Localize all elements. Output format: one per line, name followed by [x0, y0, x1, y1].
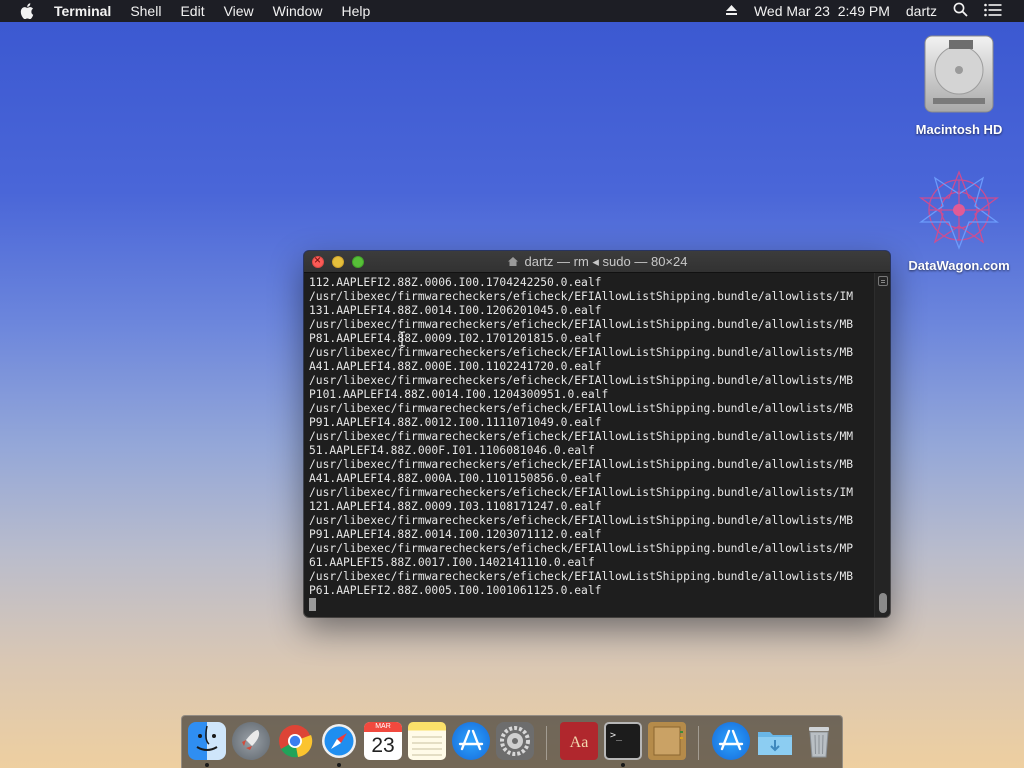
svg-text:Aa: Aa: [570, 734, 589, 751]
dock-dictionary[interactable]: Aa: [560, 722, 598, 760]
dock-separator: [546, 726, 547, 760]
datawagon-icon: [919, 170, 999, 250]
scrollbar-thumb[interactable]: [879, 593, 887, 613]
calendar-month: MAR: [364, 722, 402, 732]
terminal-line: 131.AAPLEFI4.88Z.0014.I00.1206201045.0.e…: [309, 304, 602, 317]
dock-terminal[interactable]: >_: [604, 722, 642, 760]
gear-icon: [500, 726, 530, 756]
dock-system-preferences[interactable]: [496, 722, 534, 760]
svg-text:>_: >_: [610, 730, 623, 741]
terminal-line: 121.AAPLEFI4.88Z.0009.I03.1108171247.0.e…: [309, 500, 602, 513]
terminal-line: 61.AAPLEFI5.88Z.0017.I00.1402141110.0.ea…: [309, 556, 595, 569]
chrome-icon: [279, 725, 313, 758]
trash-icon: [809, 727, 829, 758]
notes-icon: [412, 736, 442, 756]
dock-chrome[interactable]: [276, 722, 314, 760]
terminal-output[interactable]: 112.AAPLEFI2.88Z.0006.I00.1704242250.0.e…: [304, 273, 874, 617]
terminal-icon: >_: [610, 730, 623, 741]
menu-help[interactable]: Help: [341, 3, 370, 19]
window-title: dartz — rm ◂ sudo — 80×24: [304, 254, 890, 270]
finder-icon: [196, 725, 218, 751]
desktop-icon-label: DataWagon.com: [908, 258, 1010, 273]
ibeam-cursor-icon: [399, 331, 405, 347]
text-cursor: [309, 598, 316, 611]
dock: MAR 23 Aa >_: [181, 715, 843, 768]
home-folder-icon: [507, 257, 518, 266]
dock-calendar[interactable]: MAR 23: [364, 722, 402, 760]
split-pane-icon[interactable]: [878, 276, 888, 286]
terminal-line: /usr/libexec/firmwarecheckers/eficheck/E…: [309, 486, 854, 499]
terminal-line: P61.AAPLEFI2.88Z.0005.I00.1001061125.0.e…: [309, 584, 602, 597]
terminal-line: A41.AAPLEFI4.88Z.000A.I00.1101150856.0.e…: [309, 472, 602, 485]
desktop-icon-label: Macintosh HD: [915, 122, 1003, 137]
menu-bar: Terminal Shell Edit View Window Help Wed…: [0, 0, 1024, 22]
terminal-line: /usr/libexec/firmwarecheckers/eficheck/E…: [309, 402, 854, 415]
menu-window[interactable]: Window: [273, 3, 323, 19]
eject-icon[interactable]: [725, 3, 738, 19]
terminal-line: 51.AAPLEFI4.88Z.000F.I01.1106081046.0.ea…: [309, 444, 595, 457]
menu-view[interactable]: View: [224, 3, 254, 19]
minimize-button[interactable]: [332, 256, 344, 268]
terminal-line: /usr/libexec/firmwarecheckers/eficheck/E…: [309, 514, 854, 527]
notebook-icon: [653, 726, 683, 756]
terminal-line: /usr/libexec/firmwarecheckers/eficheck/E…: [309, 542, 854, 555]
terminal-line: A41.AAPLEFI4.88Z.000E.I00.1102241720.0.e…: [309, 360, 602, 373]
terminal-line: P101.AAPLEFI4.88Z.0014.I00.1204300951.0.…: [309, 388, 609, 401]
downloads-folder-icon: [758, 732, 792, 755]
dock-downloads-folder[interactable]: [756, 722, 794, 760]
dock-notebook[interactable]: [648, 722, 686, 760]
running-indicator: [337, 763, 341, 767]
dock-finder[interactable]: [188, 722, 226, 760]
vertical-scrollbar[interactable]: [874, 273, 890, 617]
close-button[interactable]: [312, 253, 324, 268]
menu-edit[interactable]: Edit: [180, 3, 204, 19]
dock-launchpad[interactable]: [232, 722, 270, 760]
app-store-icon: [458, 729, 484, 751]
desktop-icon-datawagon[interactable]: DataWagon.com: [904, 168, 1014, 273]
hard-drive-icon: [924, 35, 994, 113]
desktop-icon-macintosh-hd[interactable]: Macintosh HD: [904, 32, 1014, 137]
zoom-button[interactable]: [352, 256, 364, 268]
dictionary-icon: Aa: [570, 734, 589, 751]
menu-app-name[interactable]: Terminal: [54, 3, 111, 19]
dock-separator: [698, 726, 699, 760]
terminal-window: dartz — rm ◂ sudo — 80×24 112.AAPLEFI2.8…: [304, 251, 890, 617]
running-indicator: [621, 763, 625, 767]
dock-app-store[interactable]: [452, 722, 490, 760]
window-title-text: dartz — rm ◂ sudo — 80×24: [524, 253, 688, 269]
terminal-line: /usr/libexec/firmwarecheckers/eficheck/E…: [309, 374, 854, 387]
terminal-line: /usr/libexec/firmwarecheckers/eficheck/E…: [309, 290, 854, 303]
menu-shell[interactable]: Shell: [130, 3, 161, 19]
user-menu[interactable]: dartz: [906, 3, 937, 19]
apple-menu-icon[interactable]: [20, 3, 36, 19]
terminal-cursor-line: [309, 598, 874, 613]
terminal-line: /usr/libexec/firmwarecheckers/eficheck/E…: [309, 458, 854, 471]
dock-notes[interactable]: [408, 722, 446, 760]
spotlight-search-icon[interactable]: [953, 2, 968, 20]
dock-safari[interactable]: [320, 722, 358, 760]
terminal-line: P81.AAPLEFI4.88Z.0009.I02.1701201815.0.e…: [309, 332, 602, 345]
rocket-icon: [242, 730, 260, 750]
terminal-line: /usr/libexec/firmwarecheckers/eficheck/E…: [309, 570, 854, 583]
terminal-line: /usr/libexec/firmwarecheckers/eficheck/E…: [309, 430, 854, 443]
dock-trash[interactable]: [800, 722, 838, 760]
running-indicator: [205, 763, 209, 767]
terminal-line: /usr/libexec/firmwarecheckers/eficheck/E…: [309, 346, 854, 359]
clock[interactable]: Wed Mar 23 2:49 PM: [754, 3, 890, 19]
terminal-line: P91.AAPLEFI4.88Z.0012.I00.1111071049.0.e…: [309, 416, 602, 429]
calendar-day: 23: [371, 734, 395, 757]
terminal-line: /usr/libexec/firmwarecheckers/eficheck/E…: [309, 318, 854, 331]
terminal-line: 112.AAPLEFI2.88Z.0006.I00.1704242250.0.e…: [309, 276, 602, 289]
safari-icon: [322, 724, 356, 758]
dock-app-store-downloads[interactable]: [712, 722, 750, 760]
notification-center-icon[interactable]: [984, 3, 1002, 20]
app-store-icon: [718, 729, 744, 751]
window-titlebar[interactable]: dartz — rm ◂ sudo — 80×24: [304, 251, 890, 273]
terminal-line: P91.AAPLEFI4.88Z.0014.I00.1203071112.0.e…: [309, 528, 602, 541]
